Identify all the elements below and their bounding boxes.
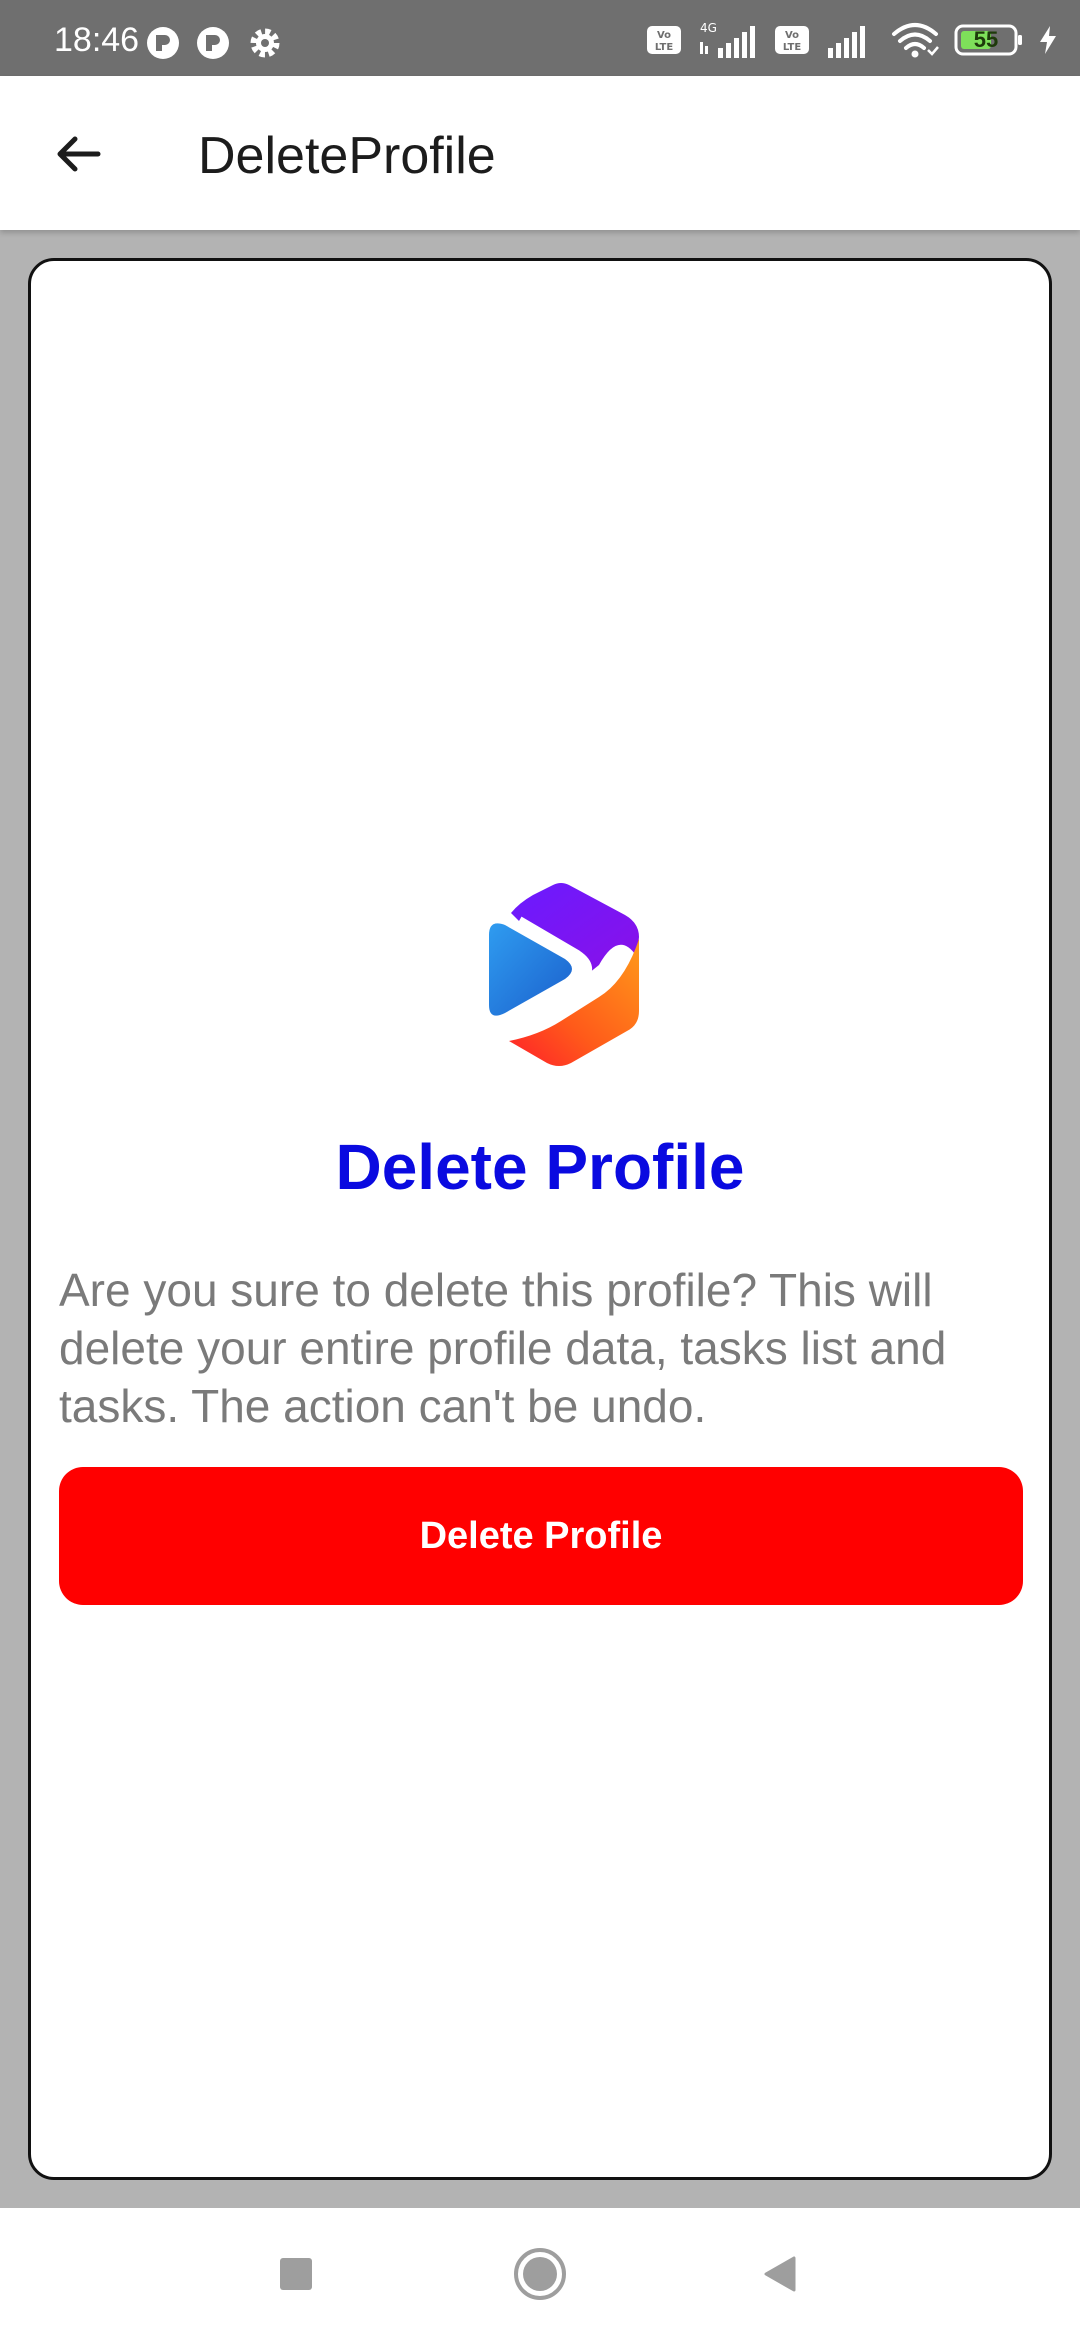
page-title: DeleteProfile <box>198 127 496 185</box>
system-back-button[interactable] <box>748 2242 812 2306</box>
battery-level: 55 <box>973 27 999 52</box>
svg-text:4G: 4G <box>700 21 717 35</box>
app-logo-icon <box>489 883 639 1066</box>
back-button[interactable] <box>36 116 120 192</box>
recents-square-icon <box>280 2258 312 2290</box>
home-button[interactable] <box>508 2242 572 2306</box>
svg-text:LTE: LTE <box>655 42 674 53</box>
delete-profile-button[interactable]: Delete Profile <box>59 1467 1023 1605</box>
status-icons: Vo LTE 4G Vo LTE 55 <box>646 18 1058 62</box>
notification-app-icon <box>197 27 229 59</box>
delete-profile-heading: Delete Profile <box>335 1131 745 1203</box>
settings-gear-icon <box>250 28 280 58</box>
svg-text:Vo: Vo <box>657 30 671 41</box>
arrow-back-icon <box>57 136 101 172</box>
delete-profile-card: Delete Profile Are you sure to delete th… <box>28 258 1052 2180</box>
app-bar: DeleteProfile <box>0 76 1080 230</box>
back-triangle-icon <box>764 2256 796 2292</box>
delete-warning-message: Are you sure to delete this profile? Thi… <box>59 1264 947 1432</box>
status-time: 18:46 <box>54 21 140 59</box>
notification-app-icon <box>147 27 179 59</box>
status-bar: 18:46 Vo LTE 4G Vo LTE 55 <box>0 0 1080 76</box>
charging-icon <box>1040 26 1056 54</box>
navigation-bar <box>0 2208 1080 2340</box>
volte-icon: Vo LTE <box>647 26 681 54</box>
volte-icon: Vo LTE <box>775 26 809 54</box>
home-circle-icon <box>514 2248 566 2300</box>
signal-icon <box>828 26 865 58</box>
4g-signal-icon: 4G <box>700 21 755 58</box>
recents-button[interactable] <box>264 2242 328 2306</box>
svg-text:LTE: LTE <box>783 42 802 53</box>
battery-icon: 55 <box>954 23 1024 57</box>
svg-text:Vo: Vo <box>785 30 799 41</box>
wifi-icon <box>892 23 939 58</box>
